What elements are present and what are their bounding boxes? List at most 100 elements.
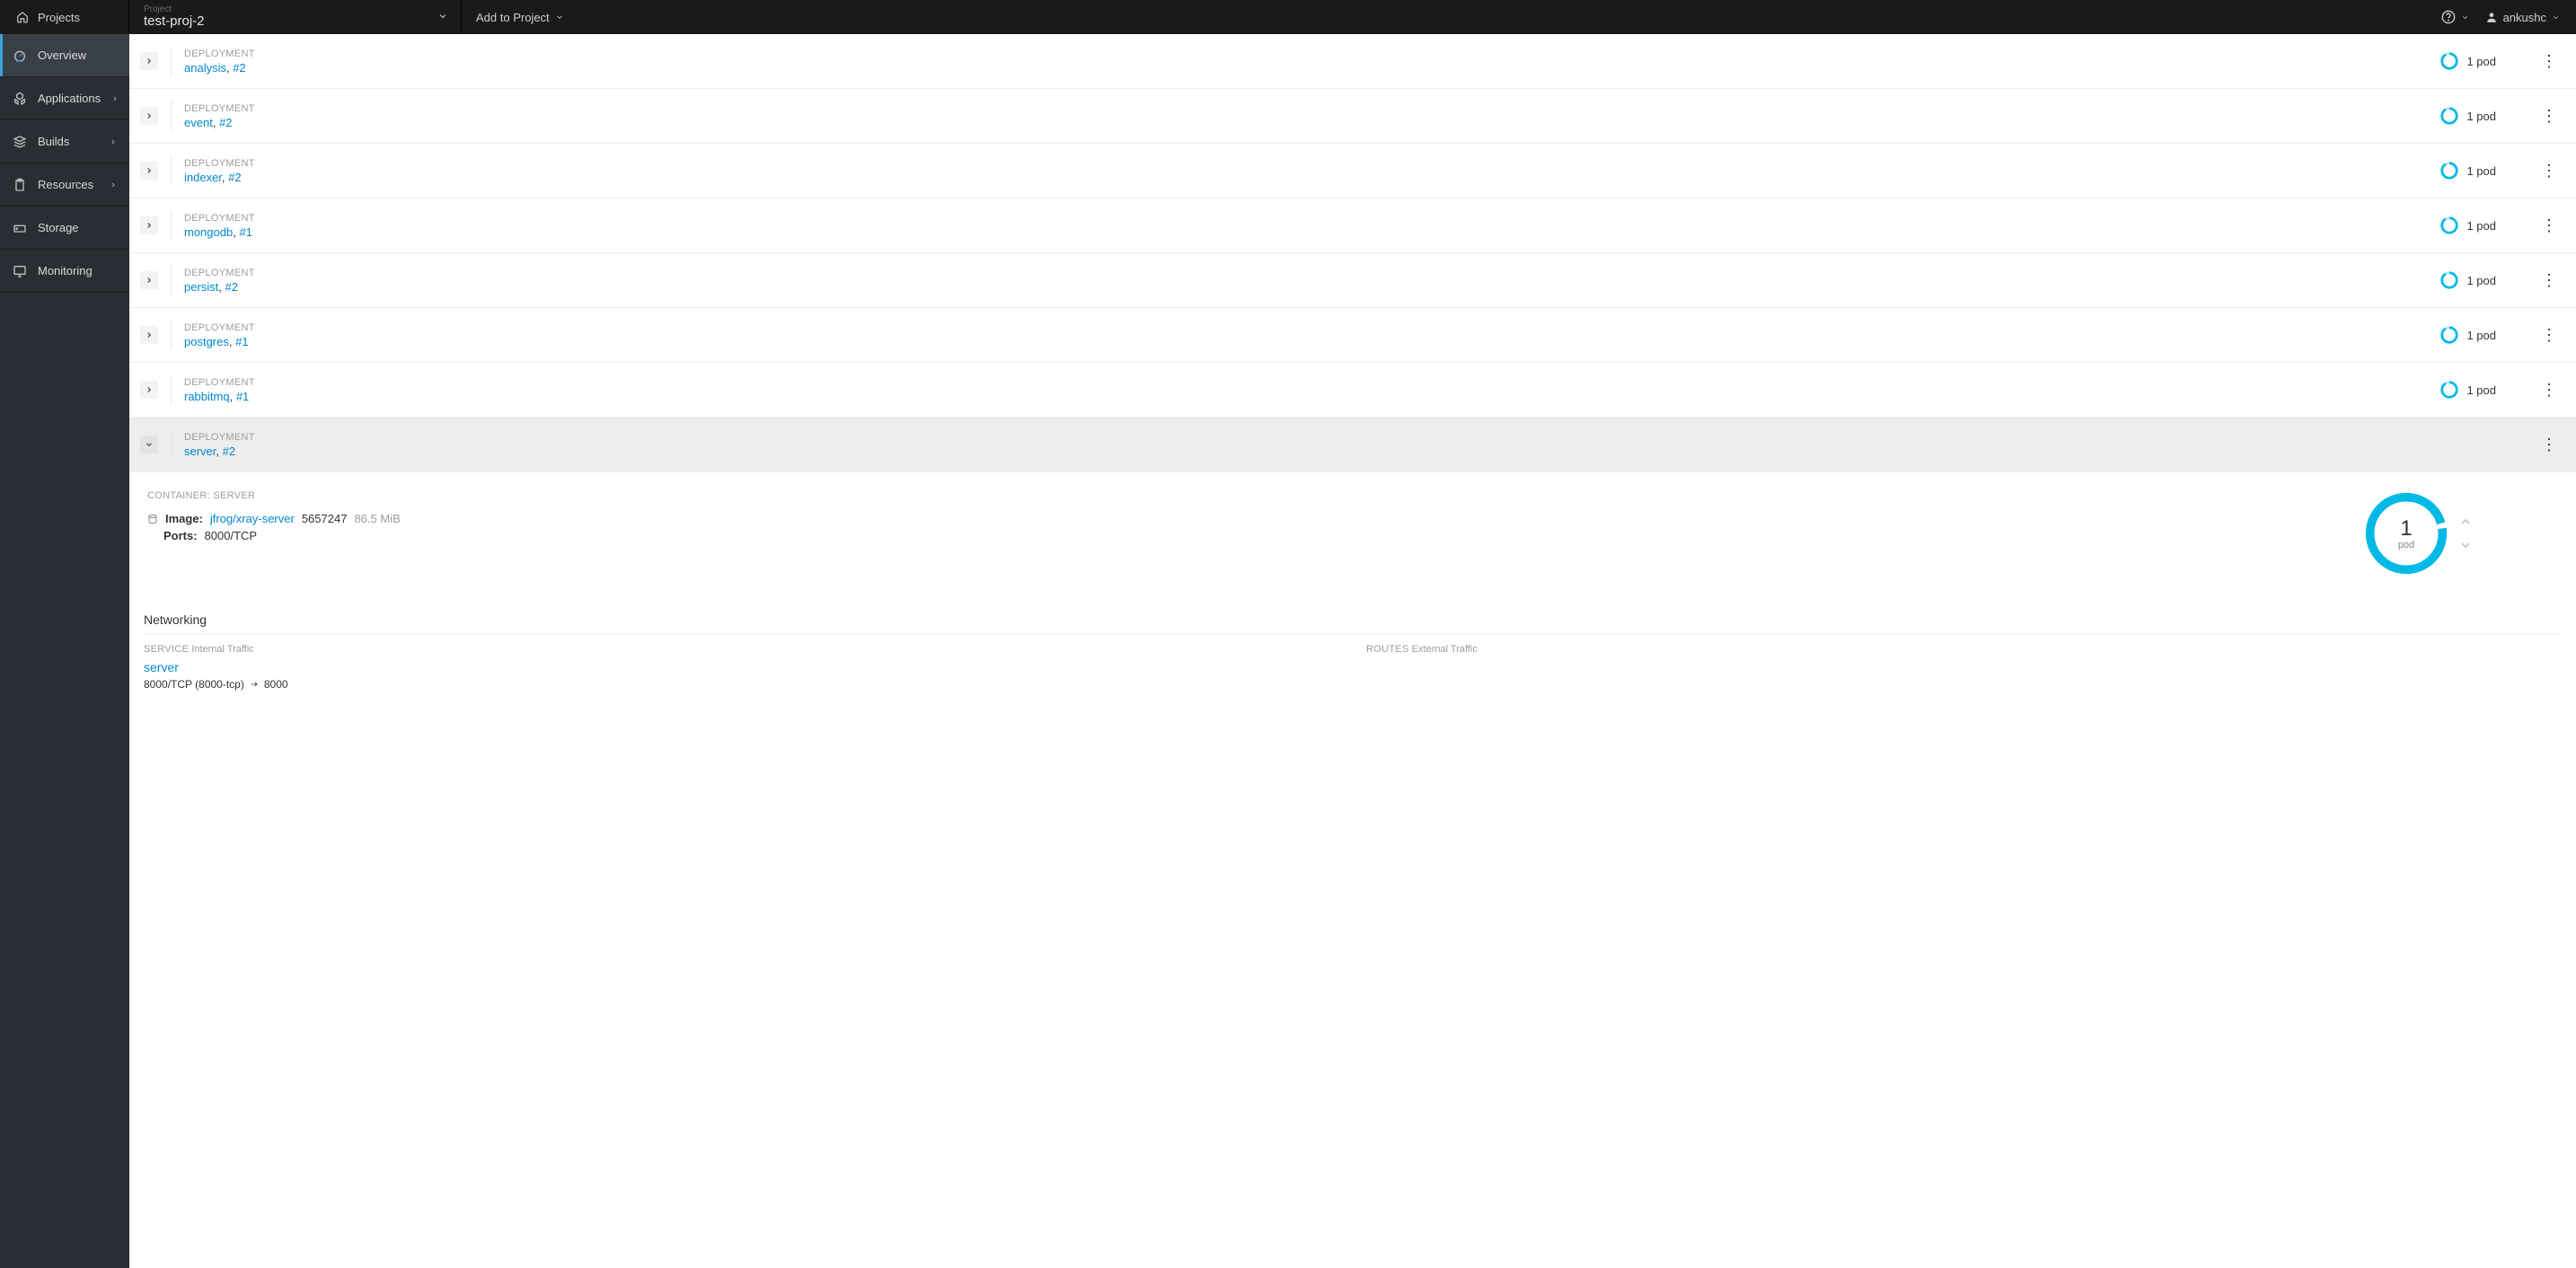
actions-menu[interactable]: ⋮ [2541,271,2556,290]
pod-indicator: 1 pod [2439,325,2496,345]
actions-menu[interactable]: ⋮ [2541,436,2556,454]
pod-count-label: 1 pod [2466,383,2496,397]
sidebar-item-applications[interactable]: Applications [0,77,129,120]
resource-type-label: DEPLOYMENT [184,375,255,390]
resource-type-label: DEPLOYMENT [184,321,255,335]
deployment-row: DEPLOYMENTindexer, #21 pod⋮ [129,144,2576,198]
project-name: test-proj-2 [144,14,446,29]
stack-icon [13,135,27,149]
sidebar-item-resources[interactable]: Resources [0,163,129,207]
arrow-right-icon [248,680,260,689]
deployment-row: DEPLOYMENTserver, #2⋮ [129,418,2576,472]
pod-count-label: 1 pod [2466,164,2496,178]
project-selector[interactable]: Project test-proj-2 [129,0,462,34]
deployment-name-link[interactable]: postgres [184,335,229,348]
user-menu[interactable]: ankushc [2485,11,2560,24]
expand-toggle[interactable] [140,162,158,180]
pod-ring-icon [2439,325,2459,345]
monitor-icon [13,264,27,278]
projects-label: Projects [38,11,80,24]
pod-indicator: 1 pod [2439,106,2496,126]
deployment-version-link[interactable]: #1 [235,335,248,348]
ports-value: 8000/TCP [205,529,258,542]
actions-menu[interactable]: ⋮ [2541,326,2556,345]
image-name-link[interactable]: jfrog/xray-server [210,512,295,525]
deployment-version-link[interactable]: #1 [239,225,251,239]
sidebar-nav: OverviewApplications Builds Resources Stora… [0,34,129,1268]
pod-count-label: 1 pod [2466,55,2496,68]
cubes-icon [13,92,27,106]
storage-icon [13,221,27,235]
pod-count-label: 1 pod [2466,274,2496,287]
pod-ring-icon [2439,51,2459,71]
actions-menu[interactable]: ⋮ [2541,52,2556,71]
deployment-version-link[interactable]: #2 [233,61,245,75]
deployment-row: DEPLOYMENTanalysis, #21 pod⋮ [129,34,2576,89]
add-to-project-menu[interactable]: Add to Project [462,0,578,34]
sidebar-item-overview[interactable]: Overview [0,34,129,77]
expand-toggle[interactable] [140,107,158,125]
deployment-version-link[interactable]: #2 [223,445,235,458]
chevron-down-icon [2552,13,2560,22]
pod-ring[interactable]: 1 pod [2363,490,2449,577]
deployment-name-link[interactable]: mongodb [184,225,233,239]
pod-indicator: 1 pod [2439,161,2496,181]
actions-menu[interactable]: ⋮ [2541,162,2556,181]
chevron-down-icon [555,13,564,22]
image-label: Image: [165,512,203,525]
deployment-version-link[interactable]: #1 [236,390,249,403]
expand-toggle[interactable] [140,436,158,453]
sidebar-item-label: Resources [38,178,93,191]
scale-down-button[interactable] [2458,538,2473,552]
help-menu[interactable] [2441,10,2469,24]
pod-unit: pod [2398,540,2414,550]
chevron-right-icon [110,138,117,145]
help-icon [2441,10,2456,24]
scale-up-button[interactable] [2458,515,2473,529]
expand-toggle[interactable] [140,271,158,289]
actions-menu[interactable]: ⋮ [2541,107,2556,126]
deployment-name-link[interactable]: indexer [184,171,222,184]
resource-type-label: DEPLOYMENT [184,156,255,171]
deployment-row: DEPLOYMENTrabbitmq, #11 pod⋮ [129,363,2576,418]
actions-menu[interactable]: ⋮ [2541,381,2556,400]
networking-section: Networking SERVICE Internal Traffic serv… [144,612,2562,718]
resource-type-label: DEPLOYMENT [184,430,255,445]
pod-indicator: 1 pod [2439,216,2496,235]
resource-type-label: DEPLOYMENT [184,101,255,116]
sidebar-item-monitoring[interactable]: Monitoring [0,250,129,293]
image-size: 86.5 MiB [354,512,400,525]
image-icon [147,514,158,524]
expand-toggle[interactable] [140,216,158,234]
deployment-name-link[interactable]: event [184,116,213,129]
expand-toggle[interactable] [140,326,158,344]
service-port-mapping: 8000/TCP (8000-tcp) 8000 [144,678,1339,691]
service-subheading: Internal Traffic [191,644,254,655]
sidebar-item-label: Builds [38,135,69,148]
deployment-name-link[interactable]: server [184,445,216,458]
deployment-version-link[interactable]: #2 [219,116,232,129]
networking-heading: Networking [144,612,2562,635]
sidebar-item-storage[interactable]: Storage [0,207,129,250]
deployment-row: DEPLOYMENTpostgres, #11 pod⋮ [129,308,2576,363]
actions-menu[interactable]: ⋮ [2541,216,2556,235]
expand-toggle[interactable] [140,52,158,70]
projects-home-link[interactable]: Projects [0,0,129,34]
pod-count-label: 1 pod [2466,110,2496,123]
pod-indicator: 1 pod [2439,51,2496,71]
pod-ring-icon [2439,270,2459,290]
deployment-version-link[interactable]: #2 [228,171,241,184]
pod-ring-icon [2439,216,2459,235]
deployment-version-link[interactable]: #2 [225,280,238,294]
pod-count-label: 1 pod [2466,219,2496,233]
pod-ring-icon [2439,161,2459,181]
sidebar-item-builds[interactable]: Builds [0,120,129,163]
deployment-name-link[interactable]: persist [184,280,218,294]
expand-toggle[interactable] [140,381,158,399]
service-name-link[interactable]: server [144,660,1339,674]
chevron-down-icon [2461,13,2469,22]
deployment-name-link[interactable]: rabbitmq [184,390,230,403]
deployment-name-link[interactable]: analysis [184,61,226,75]
ports-label: Ports: [163,529,198,542]
dashboard-icon [13,48,27,63]
